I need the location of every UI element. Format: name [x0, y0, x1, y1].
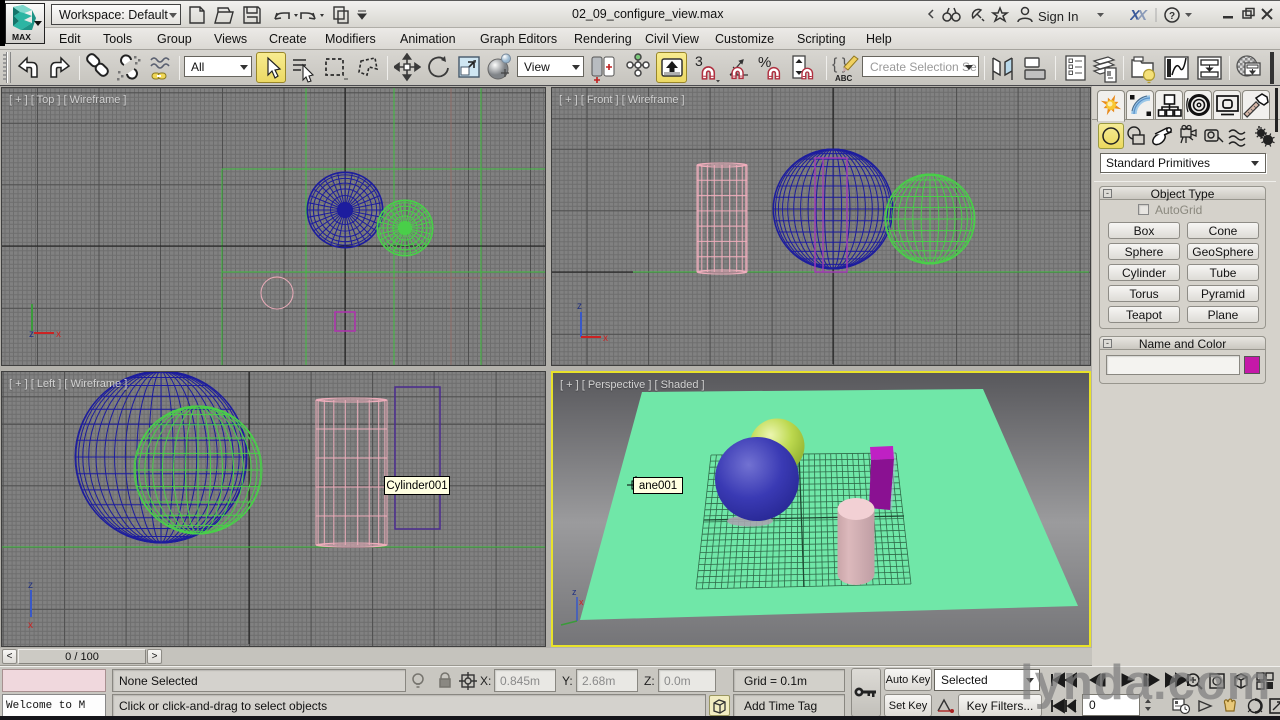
- svg-text:z: z: [577, 301, 582, 312]
- svg-text:Sign In: Sign In: [1038, 9, 1078, 24]
- svg-text:z: z: [572, 587, 577, 597]
- svg-text:X: X: [1136, 7, 1148, 24]
- svg-text:%: %: [758, 54, 771, 71]
- svg-text:z: z: [28, 580, 33, 591]
- svg-text:x: x: [579, 597, 584, 607]
- svg-text:x: x: [28, 620, 33, 631]
- svg-text:3: 3: [695, 53, 703, 69]
- svg-text:ABC: ABC: [835, 74, 853, 83]
- svg-text:z: z: [29, 329, 34, 340]
- svg-text:MAX: MAX: [12, 32, 31, 42]
- svg-text:x: x: [603, 333, 608, 344]
- svg-text:?: ?: [1169, 11, 1175, 22]
- svg-text:x: x: [56, 329, 61, 340]
